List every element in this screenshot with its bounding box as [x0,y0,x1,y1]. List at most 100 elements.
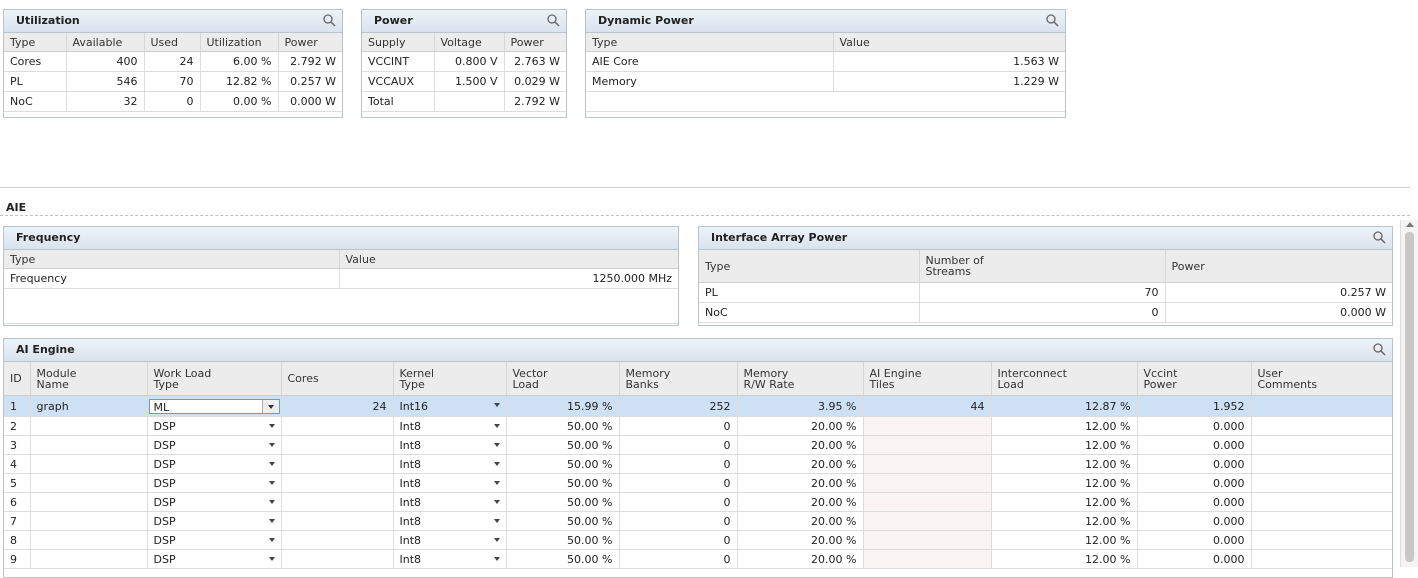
table-cell[interactable]: ML [147,395,282,417]
table-row[interactable]: 4 DSP Int8 50.00 % 0 20.00 % 12.00 % 0.000 [4,454,1392,474]
column-header[interactable]: AI Engine Tiles [863,362,992,396]
column-header[interactable]: Vccint Power [1137,362,1252,396]
chevron-down-icon[interactable] [261,399,279,413]
table-cell[interactable]: DSP [147,549,282,569]
table-cell[interactable]: DSP [147,454,282,474]
table-cell: 5 [4,473,31,493]
chevron-down-icon[interactable] [493,557,500,561]
column-header[interactable]: Module Name [30,362,148,396]
column-header[interactable]: Kernel Type [393,362,507,396]
table-row[interactable]: Cores 400 24 6.00 % 2.792 W [4,51,342,72]
chevron-down-icon[interactable] [268,519,275,523]
table-row[interactable]: VCCINT 0.800 V 2.763 W [362,51,566,72]
search-icon[interactable] [1372,230,1386,244]
vertical-scrollbar[interactable] [1400,220,1418,567]
table-cell[interactable]: Int16 [393,395,507,417]
dropdown-value: Int8 [399,552,422,566]
table-row[interactable]: 5 DSP Int8 50.00 % 0 20.00 % 12.00 % 0.000 [4,473,1392,493]
table-row[interactable]: 1 graph ML 24 Int16 15.99 % 252 3.95 % 44 12.87 %… [4,395,1392,417]
chevron-down-icon[interactable] [493,481,500,485]
table-cell[interactable]: DSP [147,473,282,493]
table-cell[interactable]: Int8 [393,473,507,493]
chevron-down-icon[interactable] [493,519,500,523]
table-cell[interactable]: Int8 [393,530,507,550]
table-cell: 12.00 % [991,492,1138,512]
chevron-down-icon[interactable] [493,424,500,428]
table-cell [863,549,992,569]
chevron-down-icon[interactable] [268,500,275,504]
search-icon[interactable] [1372,342,1386,356]
table-cell[interactable]: Int8 [393,511,507,531]
column-header[interactable]: Available [66,33,145,52]
column-header[interactable]: User Comments [1251,362,1392,396]
table-row[interactable]: PL 546 70 12.82 % 0.257 W [4,71,342,92]
table-cell: 0 [144,91,201,112]
column-header[interactable]: Supply [362,33,435,52]
column-header[interactable]: Type [4,250,340,269]
chevron-down-icon[interactable] [493,538,500,542]
chevron-down-icon[interactable] [493,443,500,447]
table-row[interactable]: NoC 32 0 0.00 % 0.000 W [4,91,342,112]
table-row[interactable]: NoC 0 0.000 W [699,302,1392,323]
chevron-down-icon[interactable] [493,462,500,466]
column-header[interactable]: Power [1165,250,1392,283]
table-cell[interactable]: DSP [147,492,282,512]
table-cell[interactable]: Int8 [393,454,507,474]
workload-dropdown[interactable]: ML [148,398,280,414]
table-row[interactable]: Total 2.792 W [362,91,566,112]
column-header[interactable]: Type [699,250,920,283]
column-header[interactable]: Number of Streams [919,250,1166,283]
column-header[interactable]: Used [144,33,201,52]
column-header[interactable]: Value [339,250,678,269]
chevron-down-icon[interactable] [493,403,500,407]
search-icon[interactable] [1045,13,1059,27]
chevron-down-icon[interactable] [268,557,275,561]
table-cell: 15.99 % [506,395,620,417]
scrollbar-thumb[interactable] [1405,232,1414,562]
table-row[interactable]: 6 DSP Int8 50.00 % 0 20.00 % 12.00 % 0.000 [4,492,1392,512]
table-row[interactable]: Frequency 1250.000 MHz [4,268,678,289]
table-cell[interactable]: DSP [147,511,282,531]
table-row[interactable]: 2 DSP Int8 50.00 % 0 20.00 % 12.00 % 0.000 [4,416,1392,436]
table-cell[interactable]: Int8 [393,416,507,436]
table-cell[interactable]: Int8 [393,492,507,512]
column-header[interactable]: Value [833,33,1065,52]
table-row[interactable]: 8 DSP Int8 50.00 % 0 20.00 % 12.00 % 0.000 [4,530,1392,550]
table-row[interactable]: PL 70 0.257 W [699,282,1392,303]
chevron-down-icon[interactable] [268,538,275,542]
table-cell [281,492,394,512]
chevron-down-icon[interactable] [268,424,275,428]
column-header[interactable]: ID [4,362,31,396]
column-header[interactable]: Interconnect Load [991,362,1138,396]
table-cell[interactable]: DSP [147,416,282,436]
column-header[interactable]: Memory Banks [619,362,738,396]
column-header[interactable]: Utilization [200,33,279,52]
table-row[interactable]: 7 DSP Int8 50.00 % 0 20.00 % 12.00 % 0.000 [4,511,1392,531]
table-row[interactable]: Memory 1.229 W [586,71,1065,92]
table-row[interactable]: VCCAUX 1.500 V 0.029 W [362,71,566,92]
column-header[interactable]: Power [278,33,342,52]
column-header[interactable]: Type [586,33,834,52]
table-row[interactable]: AIE Core 1.563 W [586,51,1065,72]
scroll-up-icon[interactable] [1406,222,1414,227]
chevron-down-icon[interactable] [268,443,275,447]
column-header[interactable]: Memory R/W Rate [737,362,864,396]
table-cell[interactable]: DSP [147,530,282,550]
column-header[interactable]: Voltage [434,33,505,52]
table-cell: 400 [66,51,145,72]
table-cell[interactable]: Int8 [393,435,507,455]
table-row[interactable]: 9 DSP Int8 50.00 % 0 20.00 % 12.00 % 0.000 [4,549,1392,569]
column-header[interactable]: Power [504,33,566,52]
table-cell[interactable]: DSP [147,435,282,455]
search-icon[interactable] [546,13,560,27]
column-header[interactable]: Vector Load [506,362,620,396]
chevron-down-icon[interactable] [493,500,500,504]
column-header[interactable]: Work Load Type [147,362,282,396]
column-header[interactable]: Cores [281,362,394,396]
table-row[interactable]: 3 DSP Int8 50.00 % 0 20.00 % 12.00 % 0.000 [4,435,1392,455]
chevron-down-icon[interactable] [268,481,275,485]
search-icon[interactable] [322,13,336,27]
column-header[interactable]: Type [4,33,67,52]
chevron-down-icon[interactable] [268,462,275,466]
table-cell[interactable]: Int8 [393,549,507,569]
